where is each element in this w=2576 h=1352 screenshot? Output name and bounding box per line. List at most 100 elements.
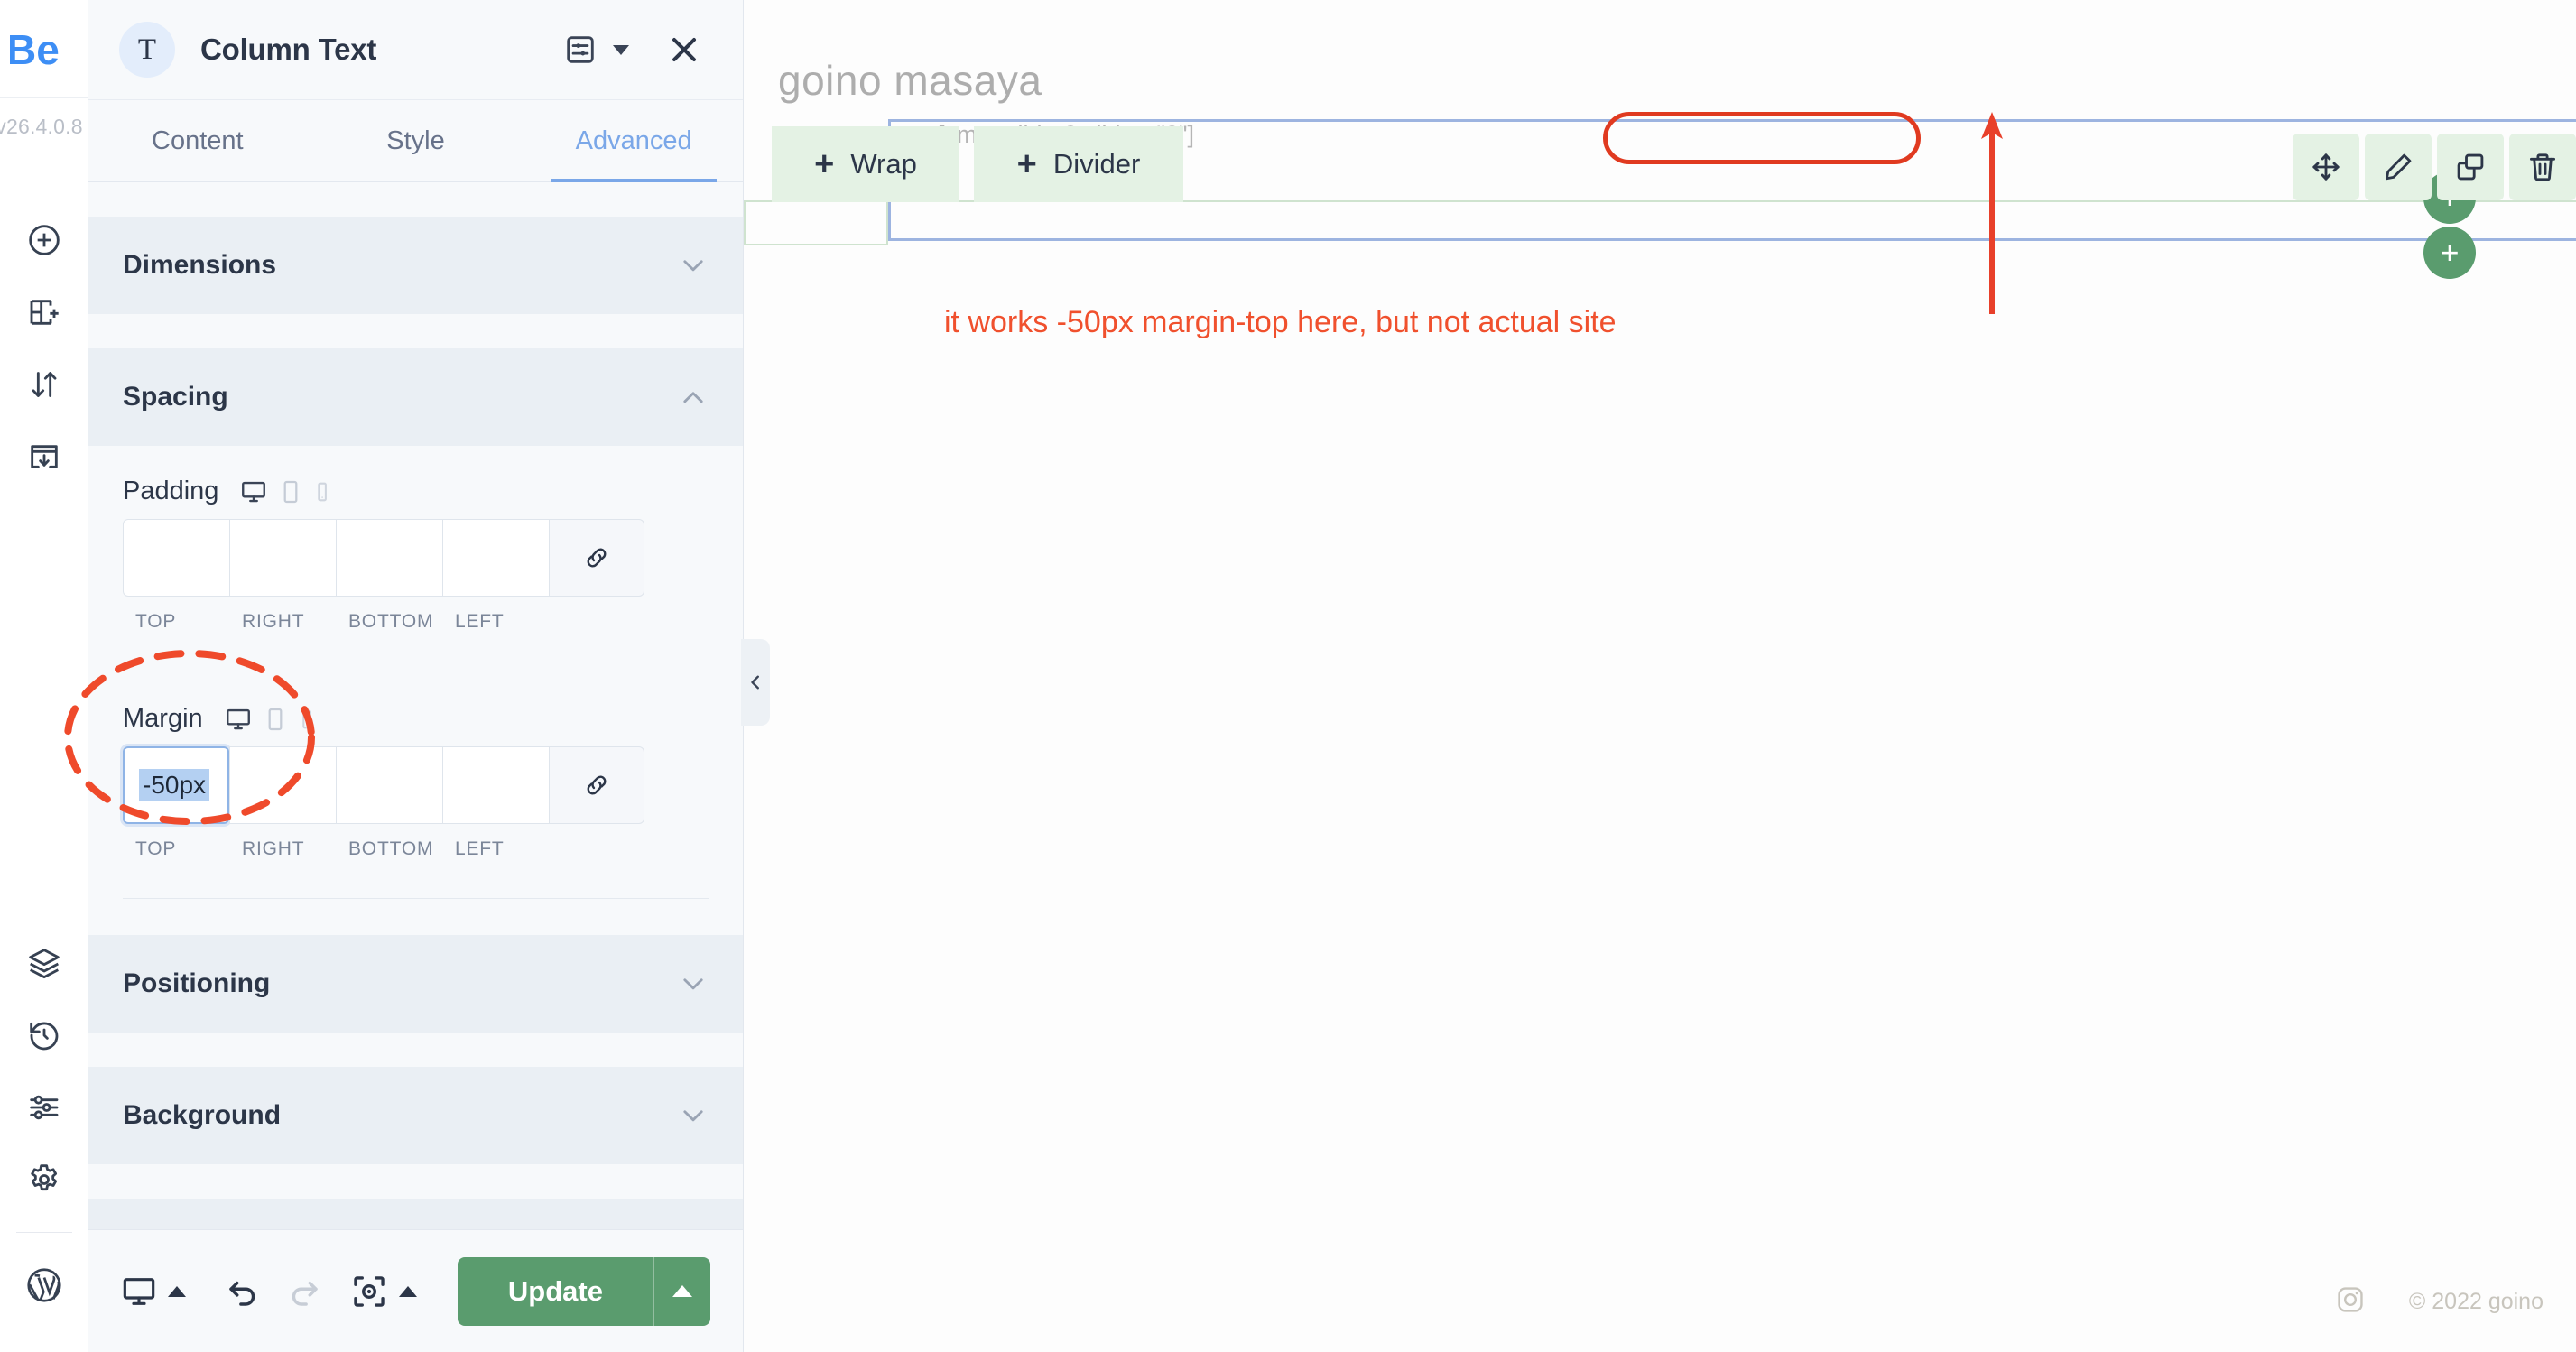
margin-bottom-input[interactable]: [351, 771, 442, 800]
spacer: [88, 908, 743, 935]
padding-left-cell[interactable]: [442, 519, 549, 597]
add-row-below-button[interactable]: +: [2423, 227, 2476, 279]
insert-template-button[interactable]: [0, 421, 88, 493]
be-logo[interactable]: Be: [0, 20, 88, 83]
margin-label-bottom: BOTTOM: [348, 838, 434, 859]
spacer: [88, 182, 743, 217]
left-icon-rail: Be v26.4.0.8: [0, 0, 88, 1352]
padding-right-cell[interactable]: [229, 519, 336, 597]
presets-chevron-down-icon[interactable]: [606, 24, 636, 75]
edit-icon[interactable]: [2365, 134, 2432, 200]
redo-icon: [292, 1281, 318, 1306]
update-button[interactable]: Update: [457, 1256, 710, 1326]
margin-device-switcher: [225, 706, 315, 733]
reorder-button[interactable]: [0, 348, 88, 421]
move-icon[interactable]: [2293, 134, 2359, 200]
svg-text:Be: Be: [10, 30, 60, 73]
duplicate-icon[interactable]: [2437, 134, 2504, 200]
settings-panel: T Column Text Content Style Advanced Dim…: [88, 0, 744, 1352]
section-spacing[interactable]: Spacing: [88, 348, 743, 446]
add-layout-button[interactable]: [0, 276, 88, 348]
rail-top-group: [0, 204, 88, 493]
padding-bottom-cell[interactable]: [336, 519, 442, 597]
margin-top-input[interactable]: -50px: [139, 769, 210, 801]
instagram-icon[interactable]: [2335, 1284, 2366, 1320]
panel-title: Column Text: [200, 32, 377, 66]
spacing-section-body: Padding TOP RIGHT BOTTOM LEFT Margin -50…: [88, 446, 743, 908]
tablet-icon[interactable]: [264, 707, 286, 732]
section-spacing-label: Spacing: [123, 382, 228, 412]
margin-bottom-cell[interactable]: [336, 746, 442, 824]
layers-button[interactable]: [0, 927, 88, 999]
spacer: [88, 314, 743, 348]
panel-collapse-handle[interactable]: [741, 639, 770, 726]
desktop-icon[interactable]: [240, 478, 267, 505]
site-title: goino masaya: [778, 57, 1042, 104]
copyright-text: © 2022 goino: [2408, 1289, 2544, 1314]
padding-top-cell[interactable]: [123, 519, 229, 597]
text-widget-icon: T: [119, 22, 175, 78]
caret-up-icon: [399, 1285, 417, 1297]
margin-field-header: Margin: [123, 704, 709, 734]
panel-footer: Update: [88, 1229, 743, 1352]
add-element-button[interactable]: [0, 204, 88, 276]
redo-button[interactable]: [285, 1273, 323, 1310]
margin-corner-labels: TOP RIGHT BOTTOM LEFT: [123, 838, 709, 860]
margin-right-input[interactable]: [245, 771, 336, 800]
chevron-down-icon: [683, 978, 703, 990]
padding-link-icon[interactable]: [549, 519, 644, 597]
section-positioning[interactable]: Positioning: [88, 935, 743, 1033]
presets-icon[interactable]: [555, 24, 606, 75]
padding-top-input[interactable]: [138, 543, 229, 572]
margin-left-cell[interactable]: [442, 746, 549, 824]
padding-bottom-input[interactable]: [351, 543, 442, 572]
settings-button[interactable]: [0, 1144, 88, 1216]
panel-header: T Column Text: [88, 0, 743, 99]
margin-right-cell[interactable]: [229, 746, 336, 824]
mobile-icon[interactable]: [299, 708, 315, 731]
padding-left-input[interactable]: [458, 543, 549, 572]
section-background[interactable]: Background: [88, 1067, 743, 1164]
margin-label: Margin: [123, 704, 203, 733]
section-border[interactable]: Border: [88, 1199, 743, 1229]
caret-up-icon: [168, 1285, 186, 1297]
padding-label-top: TOP: [135, 611, 177, 632]
plus-icon: +: [814, 145, 835, 183]
tablet-icon[interactable]: [280, 479, 301, 505]
delete-icon[interactable]: [2509, 134, 2576, 200]
plus-icon: +: [1016, 145, 1037, 183]
wordpress-button[interactable]: [0, 1249, 88, 1321]
global-settings-button[interactable]: [0, 1071, 88, 1144]
margin-label-right: RIGHT: [242, 838, 305, 859]
annotation-arrow: [1981, 112, 2003, 314]
history-button[interactable]: [0, 999, 88, 1071]
add-divider-button[interactable]: + Divider: [974, 126, 1183, 202]
preview-button[interactable]: [350, 1273, 417, 1310]
update-caret-up-icon[interactable]: [654, 1257, 710, 1326]
padding-label-bottom: BOTTOM: [348, 611, 434, 632]
padding-right-input[interactable]: [245, 543, 336, 572]
padding-device-switcher: [240, 478, 330, 505]
margin-top-cell[interactable]: -50px: [123, 746, 229, 824]
close-icon[interactable]: [656, 22, 712, 78]
tab-content[interactable]: Content: [88, 100, 307, 181]
desktop-icon: [123, 1277, 155, 1305]
update-button-label: Update: [507, 1274, 603, 1307]
section-positioning-label: Positioning: [123, 968, 271, 998]
margin-label-top: TOP: [135, 838, 177, 859]
chevron-down-icon: [683, 1110, 703, 1122]
mobile-icon[interactable]: [314, 480, 330, 504]
undo-button[interactable]: [224, 1273, 262, 1310]
margin-link-icon[interactable]: [549, 746, 644, 824]
rail-divider: [16, 1232, 72, 1233]
add-wrap-button[interactable]: + Wrap: [772, 126, 959, 202]
site-footer: © 2022 goino: [2335, 1284, 2544, 1320]
margin-left-input[interactable]: [458, 771, 549, 800]
undo-icon: [229, 1281, 255, 1306]
padding-label: Padding: [123, 477, 219, 505]
tab-style[interactable]: Style: [307, 100, 525, 181]
device-preview-button[interactable]: [121, 1273, 186, 1310]
section-dimensions[interactable]: Dimensions: [88, 217, 743, 314]
tab-advanced[interactable]: Advanced: [524, 100, 743, 182]
desktop-icon[interactable]: [225, 706, 252, 733]
